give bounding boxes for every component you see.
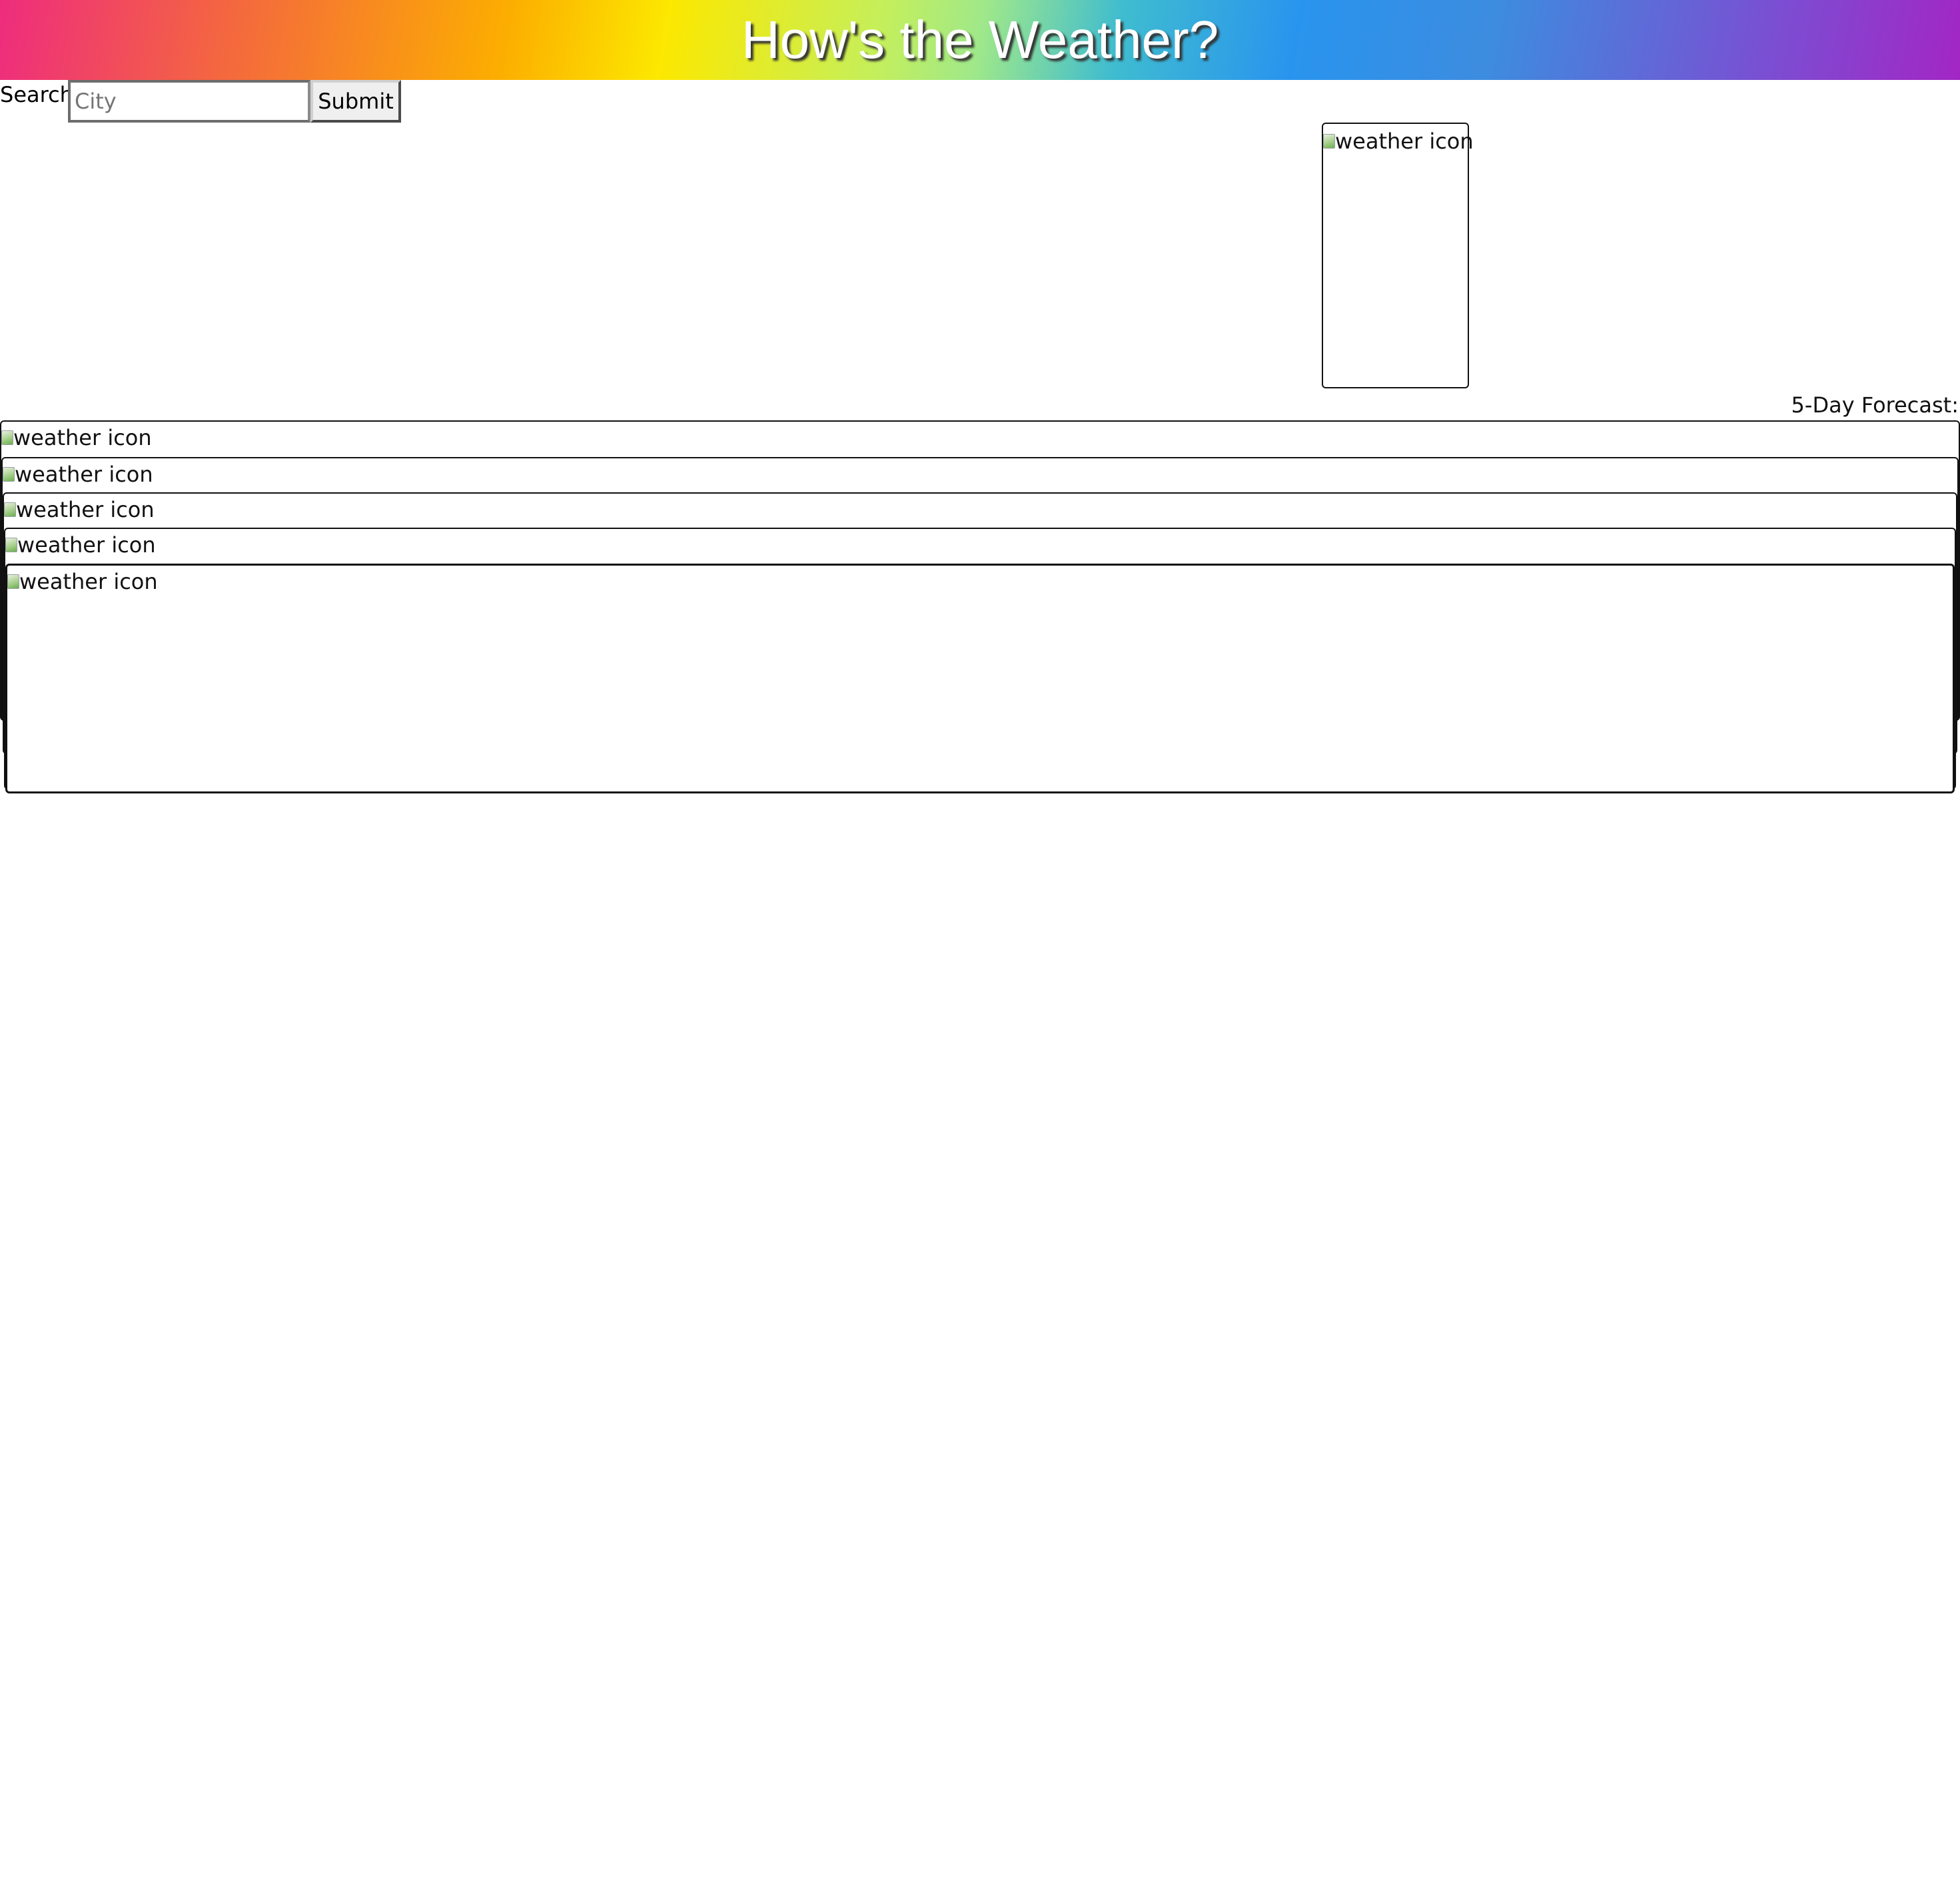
broken-image-icon	[4, 501, 16, 518]
forecast-title: 5-Day Forecast:	[1791, 392, 1959, 418]
page-header: How's the Weather?	[0, 0, 1960, 80]
broken-image-icon	[1323, 133, 1335, 150]
forecast-card-day-5: weather icon	[5, 564, 1955, 793]
broken-image-icon	[3, 466, 15, 483]
submit-button[interactable]: Submit	[310, 80, 401, 123]
weather-icon-alt-text: weather icon	[15, 462, 153, 487]
forecast-weather-icon: weather icon	[3, 461, 153, 488]
forecast-weather-icon: weather icon	[7, 568, 158, 595]
broken-image-icon	[1, 429, 13, 446]
search-label: Search	[0, 82, 73, 107]
weather-icon-alt-text: weather icon	[16, 497, 155, 522]
page-title: How's the Weather?	[741, 10, 1219, 69]
weather-icon-alt-text: weather icon	[19, 569, 158, 594]
current-weather-icon: weather icon	[1323, 128, 1474, 155]
city-search-input[interactable]	[68, 80, 310, 123]
weather-icon-alt-text: weather icon	[13, 425, 152, 450]
forecast-weather-icon: weather icon	[1, 424, 152, 451]
broken-image-icon	[7, 573, 19, 590]
forecast-weather-icon: weather icon	[5, 532, 156, 558]
current-weather-card: weather icon	[1322, 123, 1474, 388]
broken-image-icon	[5, 536, 17, 554]
forecast-weather-icon: weather icon	[4, 496, 155, 523]
weather-icon-alt-text: weather icon	[17, 532, 156, 558]
weather-icon-alt-text: weather icon	[1335, 129, 1474, 154]
